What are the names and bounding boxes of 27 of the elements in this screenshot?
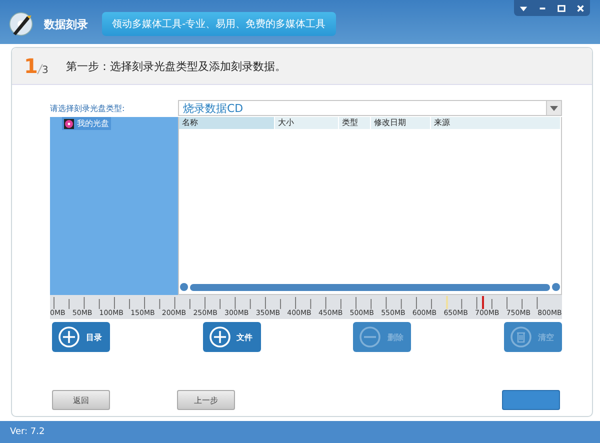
- disc-pen-icon: [8, 11, 34, 37]
- horizontal-scrollbar[interactable]: [179, 282, 561, 292]
- step-instruction: 第一步：选择刻录光盘类型及添加刻录数据。: [66, 58, 286, 74]
- plus-icon: [58, 326, 80, 348]
- close-icon: [576, 4, 585, 12]
- disc-type-label: 请选择刻录光盘类型:: [50, 102, 126, 114]
- version-label: Ver: 7.2: [10, 427, 45, 437]
- back-button[interactable]: 返回: [52, 390, 110, 410]
- step-indicator: 1/3: [24, 56, 48, 76]
- add-button[interactable]: 文件: [202, 322, 261, 352]
- maximize-icon: [557, 4, 566, 12]
- add-button[interactable]: 目录: [52, 322, 110, 352]
- caret-icon: [519, 4, 528, 12]
- column-header[interactable]: 类型: [339, 117, 371, 129]
- column-header[interactable]: 大小: [275, 117, 339, 129]
- previous-step-button[interactable]: 上一步: [177, 390, 235, 410]
- window-title: 数据刻录: [44, 16, 88, 32]
- disc-icon: [64, 118, 74, 128]
- column-header[interactable]: 名称: [179, 117, 275, 129]
- disc-type-dropdown[interactable]: 烧录数据CD: [178, 100, 562, 116]
- trash-icon: [510, 326, 532, 348]
- column-header[interactable]: 来源: [431, 117, 561, 129]
- minus-icon: [359, 326, 382, 348]
- plus-icon: [208, 326, 231, 348]
- caret-icon: [550, 106, 558, 110]
- column-header[interactable]: 修改日期: [371, 117, 431, 129]
- slogan-banner: 领动多媒体工具-专业、易用、免费的多媒体工具: [102, 12, 336, 36]
